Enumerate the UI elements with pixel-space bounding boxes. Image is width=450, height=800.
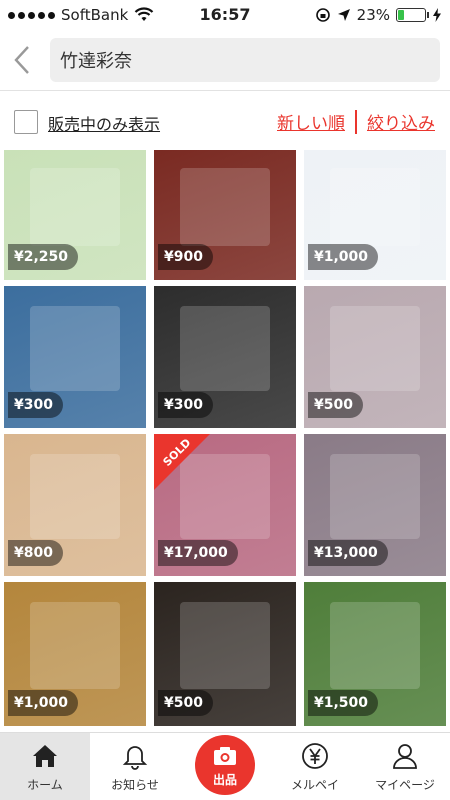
filter-bar: 販売中のみ表示 新しい順 絞り込み: [0, 90, 450, 148]
search-input[interactable]: 竹達彩奈: [50, 38, 440, 82]
status-bar: SoftBank 16:57 23%: [0, 0, 450, 30]
item-price: ¥2,250: [8, 244, 79, 270]
item-price: ¥1,000: [308, 244, 379, 270]
location-icon: [337, 9, 350, 21]
battery-level: [398, 10, 405, 20]
sort-newest-link[interactable]: 新しい順: [277, 109, 345, 134]
item-thumbnail: [329, 453, 421, 540]
item-price: ¥1,000: [8, 690, 79, 716]
item-thumbnail: [179, 305, 271, 392]
item-thumbnail: [329, 305, 421, 392]
tab-mypage-label: マイページ: [375, 778, 435, 792]
sort-controls: 新しい順 絞り込み: [277, 109, 435, 134]
item-thumbnail: [29, 305, 121, 392]
divider: [355, 109, 357, 134]
item-tile[interactable]: ¥300: [4, 286, 146, 428]
item-thumbnail: [29, 602, 121, 689]
item-tile[interactable]: ¥1,000: [304, 150, 446, 280]
search-query: 竹達彩奈: [60, 51, 132, 72]
item-price: ¥300: [158, 392, 213, 418]
rotation-lock-icon: [315, 8, 330, 22]
yen-icon: [302, 743, 328, 769]
battery-icon: [396, 8, 429, 22]
refine-link[interactable]: 絞り込み: [367, 109, 435, 134]
tab-notifications[interactable]: お知らせ: [90, 733, 180, 800]
item-price: ¥13,000: [308, 540, 388, 566]
item-price: ¥500: [158, 690, 213, 716]
item-thumbnail: [329, 168, 421, 247]
item-tile[interactable]: SOLD ¥17,000: [154, 434, 296, 576]
status-right: 23%: [315, 6, 442, 24]
item-price: ¥1,500: [308, 690, 379, 716]
item-tile[interactable]: ¥900: [154, 150, 296, 280]
item-thumbnail: [329, 602, 421, 689]
item-tile[interactable]: ¥2,250: [4, 150, 146, 280]
sell-button-label: 出品: [212, 773, 237, 787]
item-thumbnail: [179, 168, 271, 247]
item-tile[interactable]: ¥500: [304, 286, 446, 428]
item-price: ¥800: [8, 540, 63, 566]
search-bar: 竹達彩奈: [0, 32, 450, 88]
person-icon: [393, 744, 417, 769]
item-tile[interactable]: ¥13,000: [304, 434, 446, 576]
back-chevron-icon[interactable]: [10, 44, 34, 76]
item-tile[interactable]: ¥500: [154, 582, 296, 726]
charging-icon: [433, 8, 441, 22]
item-thumbnail: [29, 453, 121, 540]
item-thumbnail: [179, 602, 271, 689]
item-price: ¥300: [8, 392, 63, 418]
item-tile[interactable]: ¥1,000: [4, 582, 146, 726]
home-icon: [33, 745, 57, 767]
item-tile[interactable]: ¥800: [4, 434, 146, 576]
tab-home-label: ホーム: [27, 778, 63, 792]
sell-button[interactable]: 出品: [195, 735, 255, 795]
on-sale-only-label[interactable]: 販売中のみ表示: [48, 111, 160, 135]
item-grid: ¥2,250 ¥900 ¥1,000 ¥300 ¥300 ¥500 ¥800 SOLD ¥17,…: [0, 150, 450, 730]
item-tile[interactable]: ¥300: [154, 286, 296, 428]
item-thumbnail: [29, 168, 121, 247]
item-price: ¥500: [308, 392, 363, 418]
tab-merpay-label: メルペイ: [290, 778, 339, 792]
bell-icon: [122, 746, 148, 770]
battery-percent: 23%: [356, 6, 390, 24]
item-price: ¥900: [158, 244, 213, 270]
item-price: ¥17,000: [158, 540, 238, 566]
item-tile[interactable]: ¥1,500: [304, 582, 446, 726]
tab-mypage[interactable]: マイページ: [360, 733, 450, 800]
camera-icon: [214, 747, 236, 765]
tab-home[interactable]: ホーム: [0, 733, 90, 800]
tab-notifications-label: お知らせ: [111, 778, 159, 792]
on-sale-only-checkbox[interactable]: [14, 110, 38, 134]
tab-merpay[interactable]: メルペイ: [270, 733, 360, 800]
